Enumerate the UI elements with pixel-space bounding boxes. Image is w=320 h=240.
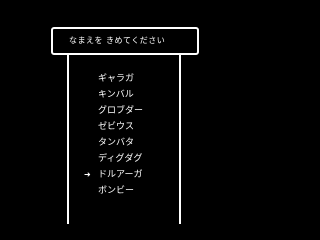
game-screen: ギャラガ キンバル グロブダー ゼビウス タンバタ ディグダグ ドルアーガ ボン… <box>0 0 256 224</box>
name-prompt-text: なまえを きめてください <box>69 36 166 45</box>
list-item-selected[interactable]: ドルアーガ <box>98 168 176 182</box>
name-list-window: ギャラガ キンバル グロブダー ゼビウス タンバタ ディグダグ ドルアーガ ボン… <box>67 50 181 224</box>
list-item[interactable]: キンバル <box>98 88 176 102</box>
title-window: なまえを きめてください <box>51 27 199 55</box>
list-item[interactable]: タンバタ <box>98 136 176 150</box>
list-item[interactable]: グロブダー <box>98 104 176 118</box>
list-item[interactable]: ギャラガ <box>98 72 176 86</box>
list-item[interactable]: ボンビー <box>98 184 176 198</box>
list-item[interactable]: ゼビウス <box>98 120 176 134</box>
list-item[interactable]: ディグダグ <box>98 152 176 166</box>
right-arrow-cursor-icon: ➜ <box>84 170 91 179</box>
